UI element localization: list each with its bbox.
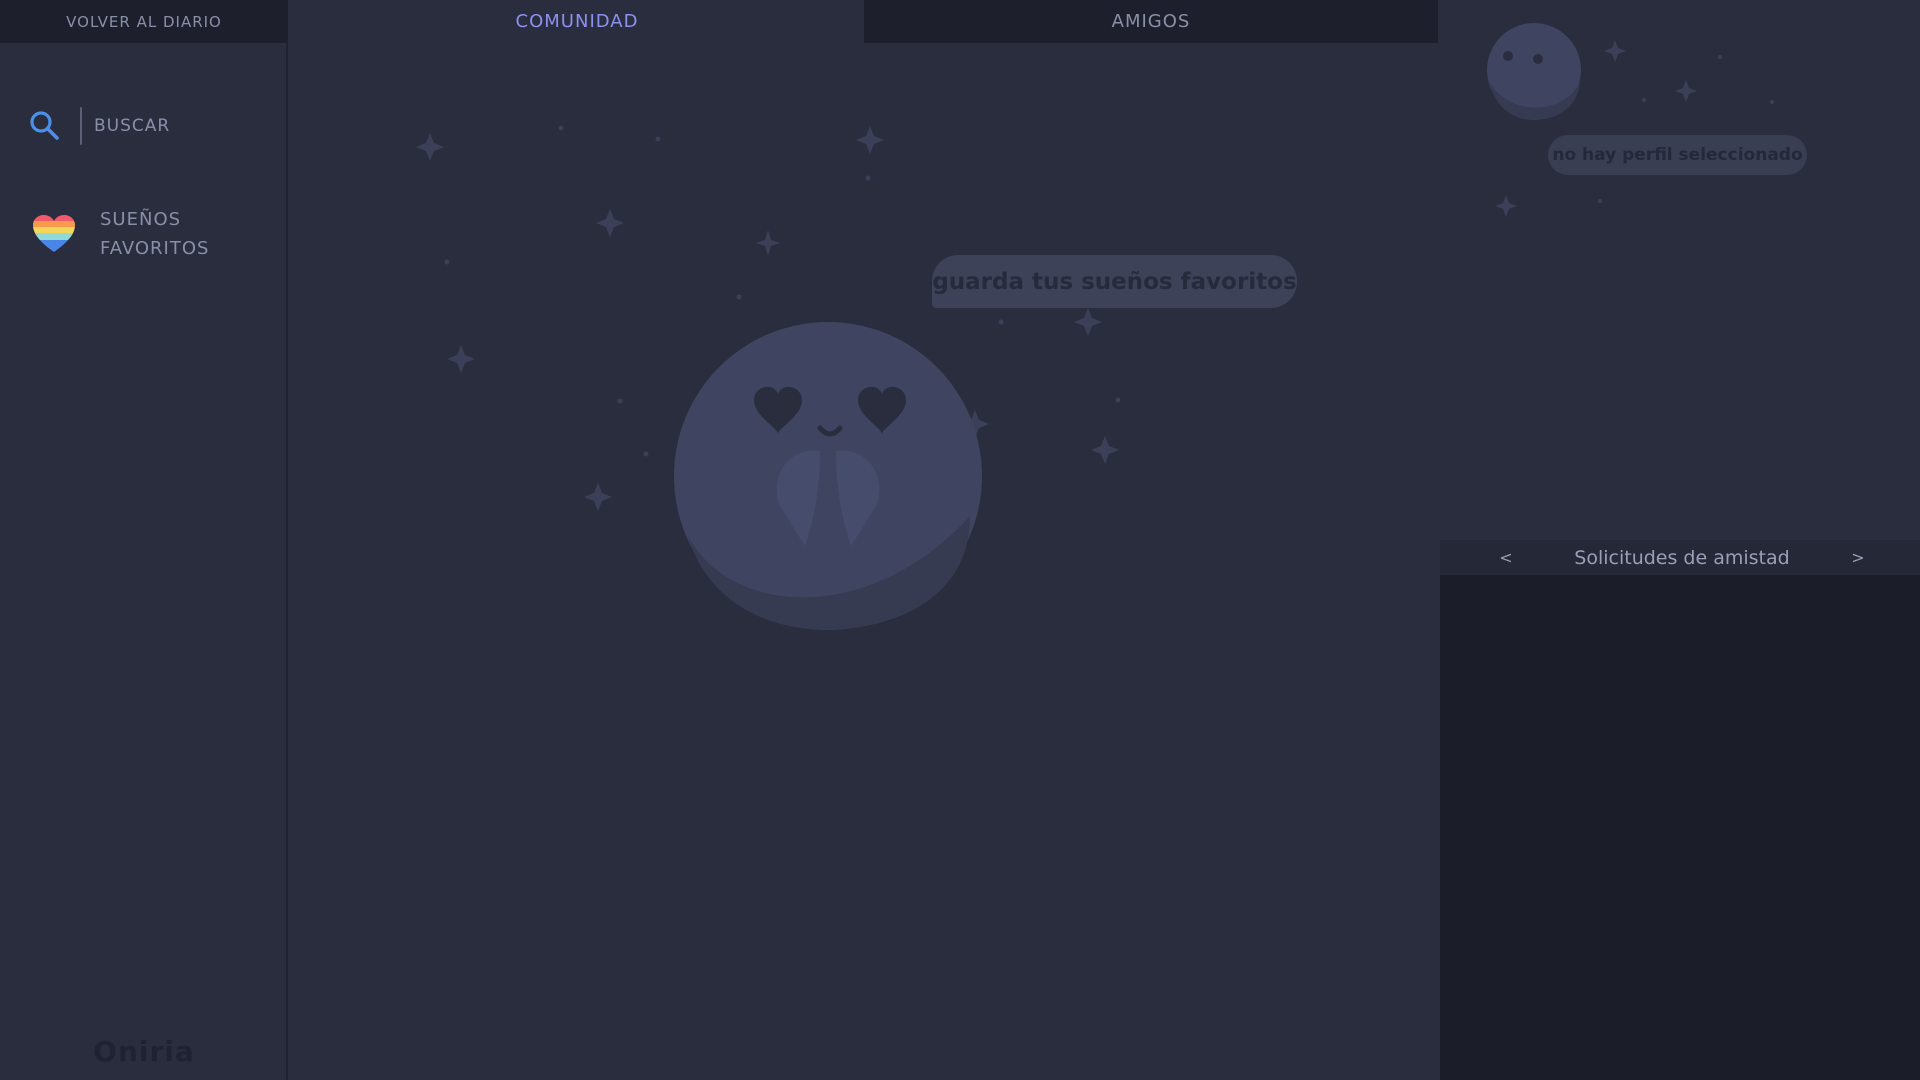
tab-friends[interactable]: AMIGOS — [864, 0, 1438, 43]
right-panel: no hay perfil seleccionado < Solicitudes… — [1440, 0, 1920, 1080]
app-root: VOLVER AL DIARIO BUSCAR SUEÑOS FAVORITOS… — [0, 0, 1920, 1080]
brand-logo: Oniria — [93, 1035, 195, 1068]
stars-small — [1495, 40, 1774, 217]
next-arrow-button[interactable]: > — [1848, 548, 1868, 567]
no-profile-bubble: no hay perfil seleccionado — [1548, 135, 1807, 175]
friend-requests-header: < Solicitudes de amistad > — [1440, 540, 1920, 576]
profile-preview: no hay perfil seleccionado — [1440, 0, 1920, 540]
speech-bubble: guarda tus sueños favoritos — [932, 255, 1297, 308]
tab-bar: COMUNIDAD AMIGOS — [290, 0, 1438, 43]
empty-state-illustration: guarda tus sueños favoritos — [290, 43, 1438, 743]
prev-arrow-button[interactable]: < — [1496, 548, 1516, 567]
rainbow-heart-icon — [33, 215, 75, 252]
search-icon[interactable] — [28, 109, 62, 143]
search-box[interactable] — [28, 106, 268, 146]
sidebar-item-favorites[interactable]: SUEÑOS FAVORITOS — [32, 204, 272, 264]
friend-requests-title: Solicitudes de amistad — [1574, 546, 1790, 569]
favorites-label: SUEÑOS FAVORITOS — [100, 209, 210, 259]
search-input[interactable] — [94, 116, 254, 136]
tab-community[interactable]: COMUNIDAD — [290, 0, 864, 43]
moon-mascot-icon — [674, 322, 982, 630]
main-content: COMUNIDAD AMIGOS guarda tus sueños favor… — [290, 0, 1438, 1080]
search-cursor — [80, 107, 82, 145]
back-to-diary-button[interactable]: VOLVER AL DIARIO — [0, 0, 288, 43]
sidebar: VOLVER AL DIARIO BUSCAR SUEÑOS FAVORITOS… — [0, 0, 288, 1080]
